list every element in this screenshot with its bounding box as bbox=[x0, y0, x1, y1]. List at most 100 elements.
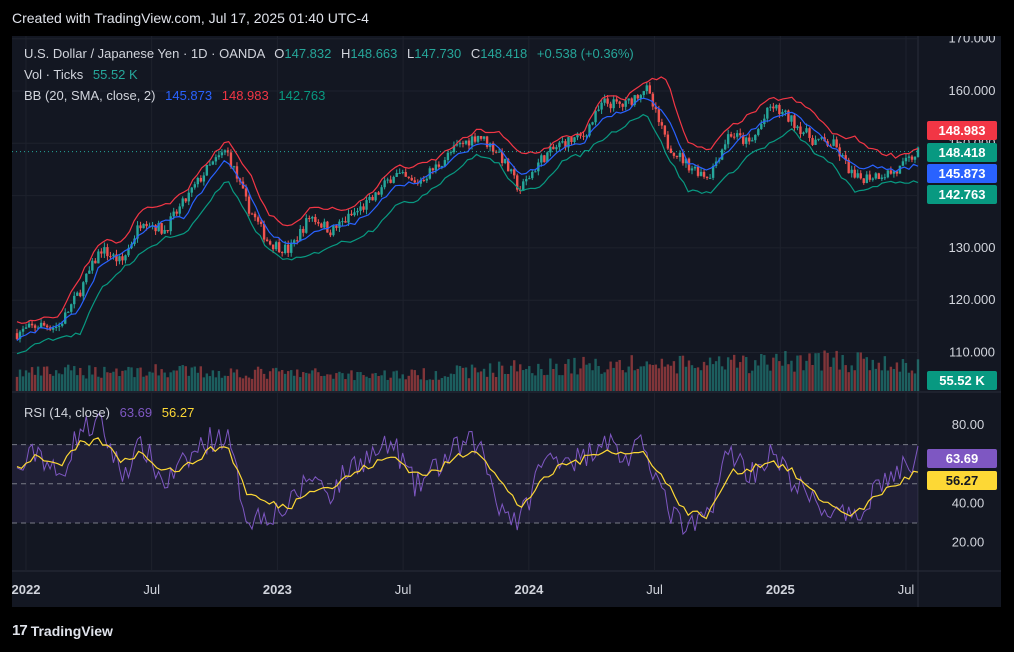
legend-bb-lower: 142.763 bbox=[278, 88, 325, 103]
chart-canvas[interactable]: 170.000160.000150.000140.000130.000120.0… bbox=[11, 31, 1001, 607]
candle-body bbox=[118, 256, 121, 262]
rsi-ma-badge-text: 56.27 bbox=[946, 473, 979, 488]
candle-body bbox=[871, 178, 874, 180]
candle-body bbox=[193, 184, 196, 188]
volume-bar bbox=[907, 372, 911, 391]
candle-body bbox=[296, 240, 299, 242]
volume-bar bbox=[262, 373, 266, 391]
volume-bar bbox=[274, 367, 278, 391]
candle-body bbox=[311, 216, 314, 219]
volume-bar bbox=[302, 372, 305, 391]
volume-bar bbox=[817, 353, 820, 391]
candle-body bbox=[907, 156, 911, 158]
volume-bar bbox=[781, 365, 784, 391]
candle-body bbox=[30, 323, 34, 326]
volume-bar bbox=[100, 377, 103, 391]
volume-bar bbox=[311, 370, 314, 391]
candle-body bbox=[353, 212, 356, 216]
candle-body bbox=[407, 176, 410, 178]
candle-body bbox=[467, 140, 471, 146]
candle-body bbox=[160, 223, 163, 234]
volume-bar bbox=[151, 372, 154, 391]
volume-bar bbox=[748, 373, 751, 391]
volume-bar bbox=[416, 375, 419, 391]
candle-body bbox=[259, 221, 263, 224]
candle-body bbox=[479, 136, 483, 139]
volume-bar bbox=[742, 355, 745, 391]
svg-text:RSI (14, close) 63.69: RSI (14, close) 63.69 56.27 bbox=[24, 405, 194, 420]
candle-body bbox=[868, 174, 871, 180]
volume-bar bbox=[440, 378, 444, 391]
volume-bar bbox=[877, 362, 881, 391]
candle-body bbox=[886, 170, 890, 178]
volume-bar bbox=[470, 364, 474, 391]
volume-bar bbox=[51, 375, 55, 391]
candle-body bbox=[82, 282, 85, 297]
candle-body bbox=[528, 178, 531, 180]
volume-bar bbox=[618, 360, 621, 391]
volume-bar bbox=[320, 376, 323, 391]
candle-body bbox=[280, 252, 284, 254]
candle-body bbox=[817, 138, 820, 140]
candle-body bbox=[796, 126, 799, 129]
volume-bar bbox=[329, 374, 332, 391]
candle-body bbox=[534, 171, 537, 173]
candle-body bbox=[395, 173, 398, 177]
volume-bar bbox=[772, 357, 775, 391]
candle-body bbox=[630, 98, 633, 105]
candle-body bbox=[97, 251, 100, 264]
legend-l-label: L bbox=[407, 46, 414, 61]
volume-bar bbox=[519, 364, 522, 391]
volume-bar bbox=[754, 360, 757, 391]
volume-bar bbox=[910, 370, 914, 391]
candle-body bbox=[850, 169, 853, 174]
candle-body bbox=[726, 134, 730, 145]
candle-body bbox=[398, 172, 401, 174]
candle-body bbox=[883, 177, 887, 179]
candle-body bbox=[513, 169, 516, 176]
volume-bar bbox=[886, 370, 890, 391]
candle-body bbox=[880, 177, 884, 179]
volume-bar bbox=[317, 372, 320, 391]
volume-bar bbox=[630, 355, 633, 391]
volume-bar bbox=[645, 361, 648, 391]
time-tick-label: 2023 bbox=[263, 582, 292, 597]
candle-body bbox=[808, 128, 811, 138]
candle-body bbox=[383, 180, 386, 188]
volume-bar bbox=[826, 352, 829, 391]
candle-body bbox=[262, 223, 266, 240]
candle-body bbox=[570, 137, 573, 142]
chart-frame[interactable]: 170.000160.000150.000140.000130.000120.0… bbox=[11, 31, 1001, 607]
volume-bar bbox=[639, 366, 642, 391]
volume-bar bbox=[115, 368, 118, 391]
candle-body bbox=[365, 200, 368, 210]
volume-bar bbox=[543, 375, 546, 391]
footer-brand[interactable]: 17 TradingView bbox=[12, 622, 113, 639]
candle-body bbox=[283, 244, 287, 254]
price-tick-label: 120.000 bbox=[949, 292, 996, 307]
volume-bar bbox=[30, 367, 34, 391]
legend-o-label: O bbox=[274, 46, 284, 61]
volume-bar bbox=[133, 377, 136, 391]
candle-body bbox=[434, 164, 438, 171]
volume-bar bbox=[528, 366, 531, 391]
volume-bar bbox=[223, 375, 227, 391]
volume-bar bbox=[594, 358, 597, 391]
candle-body bbox=[699, 171, 703, 176]
svg-text:BB (20, SMA, close, 2): BB (20, SMA, close, 2) 145.873 148.983 1… bbox=[24, 88, 325, 103]
volume-bar bbox=[467, 378, 471, 391]
candle-body bbox=[359, 206, 362, 211]
volume-bar bbox=[702, 361, 706, 391]
candle-body bbox=[413, 180, 416, 183]
time-tick-label: Jul bbox=[646, 582, 663, 597]
volume-bar bbox=[434, 371, 438, 391]
candle-body bbox=[597, 109, 600, 111]
volume-bar bbox=[509, 365, 513, 391]
volume-bar bbox=[136, 368, 139, 391]
candle-body bbox=[757, 129, 760, 135]
legend-h-label: H bbox=[341, 46, 350, 61]
volume-bar bbox=[729, 359, 733, 391]
candle-body bbox=[214, 157, 218, 162]
candle-body bbox=[793, 115, 796, 129]
volume-bar bbox=[211, 370, 215, 391]
